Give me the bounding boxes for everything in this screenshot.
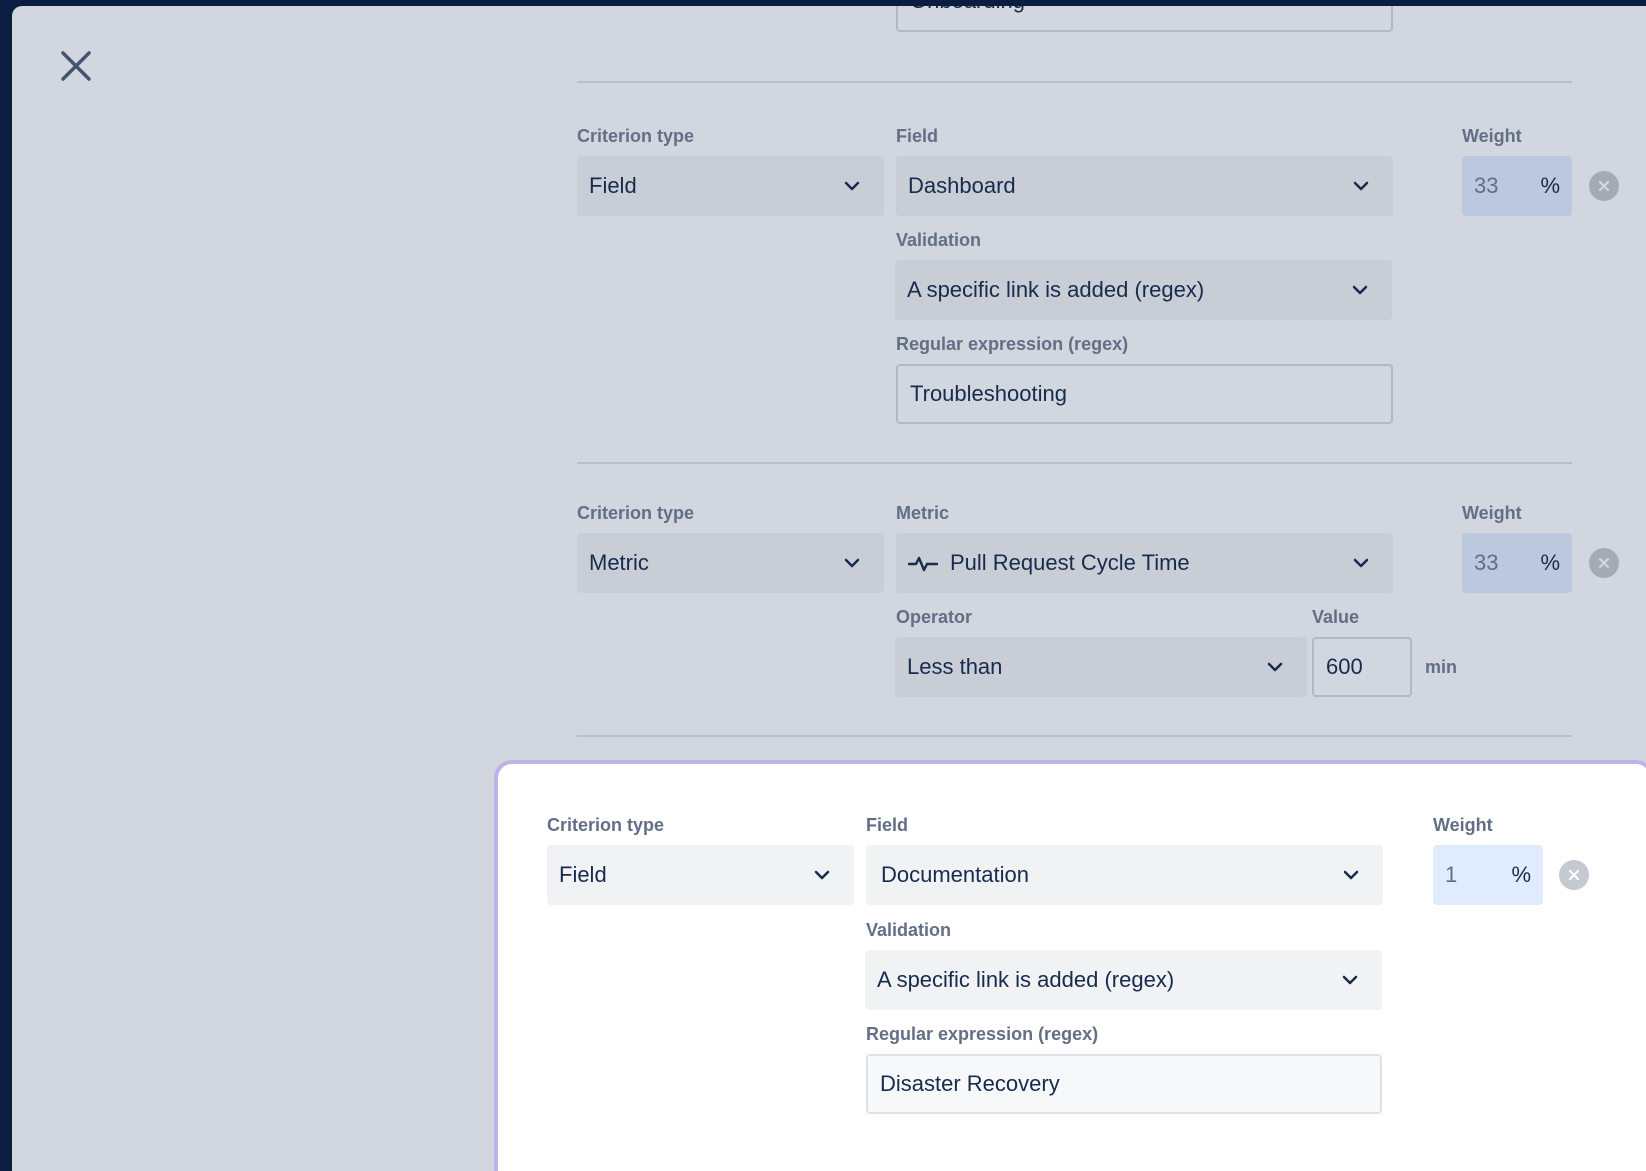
section-divider — [577, 462, 1572, 464]
chevron-down-icon — [844, 181, 860, 191]
field-select[interactable]: Dashboard — [896, 156, 1393, 216]
criterion-type-select[interactable]: Field — [547, 845, 854, 905]
criterion-type-label: Criterion type — [577, 126, 695, 146]
weight-input[interactable]: 33 % — [1462, 156, 1572, 216]
regex-value: Disaster Recovery — [880, 1071, 1060, 1096]
new-criterion-card: Criterion type Field Field Documentation… — [494, 760, 1646, 1171]
chevron-down-icon — [1342, 975, 1358, 985]
close-circle-icon — [1598, 180, 1610, 192]
validation-label: Validation — [866, 920, 952, 940]
criterion-type-select[interactable]: Metric — [577, 533, 884, 593]
criterion-type-value: Field — [589, 173, 637, 198]
regex-value: Troubleshooting — [910, 381, 1067, 406]
chevron-down-icon — [1353, 181, 1369, 191]
previous-regex-value: Onboarding — [910, 6, 1025, 14]
chevron-down-icon — [1343, 870, 1359, 880]
operator-select[interactable]: Less than — [895, 637, 1307, 697]
close-circle-icon — [1598, 557, 1610, 569]
value-input[interactable]: 600 — [1312, 637, 1412, 697]
weight-label: Weight — [1462, 503, 1522, 523]
close-button[interactable] — [48, 38, 104, 94]
operator-label: Operator — [896, 607, 973, 627]
value-value: 600 — [1326, 654, 1363, 679]
metric-value: Pull Request Cycle Time — [950, 550, 1190, 575]
previous-regex-input[interactable]: Onboarding — [896, 6, 1393, 32]
close-icon — [61, 51, 91, 81]
weight-input[interactable]: 1 % — [1433, 845, 1543, 905]
metric-label: Metric — [896, 503, 950, 523]
value-label: Value — [1312, 607, 1360, 627]
weight-input[interactable]: 33 % — [1462, 533, 1572, 593]
weight-label: Weight — [1462, 126, 1522, 146]
section-divider — [577, 81, 1572, 83]
weight-value: 33 — [1474, 173, 1499, 198]
weight-unit: % — [1511, 862, 1531, 887]
criterion-type-select[interactable]: Field — [577, 156, 884, 216]
chevron-down-icon — [1353, 558, 1369, 568]
criterion-type-value: Field — [559, 862, 607, 887]
field-value: Dashboard — [908, 173, 1016, 198]
weight-value: 33 — [1474, 550, 1499, 575]
weight-value: 1 — [1445, 862, 1458, 887]
validation-value: A specific link is added (regex) — [907, 277, 1205, 302]
remove-criterion-button[interactable] — [1589, 171, 1619, 201]
field-value: Documentation — [881, 862, 1029, 887]
validation-select[interactable]: A specific link is added (regex) — [865, 950, 1382, 1010]
close-circle-icon — [1568, 869, 1580, 881]
field-label: Field — [866, 815, 909, 835]
remove-criterion-button[interactable] — [1559, 860, 1589, 890]
chevron-down-icon — [844, 558, 860, 568]
activity-icon — [908, 556, 938, 572]
chevron-down-icon — [814, 870, 830, 880]
section-divider — [577, 735, 1572, 737]
criterion-type-value: Metric — [589, 550, 649, 575]
regex-label: Regular expression (regex) — [896, 334, 1129, 354]
regex-label: Regular expression (regex) — [866, 1024, 1099, 1044]
weight-label: Weight — [1433, 815, 1493, 835]
metric-select[interactable]: Pull Request Cycle Time — [896, 533, 1393, 593]
field-label: Field — [896, 126, 939, 146]
regex-input[interactable]: Disaster Recovery — [866, 1054, 1382, 1114]
weight-unit: % — [1540, 173, 1560, 198]
regex-input[interactable]: Troubleshooting — [896, 364, 1393, 424]
operator-value: Less than — [907, 654, 1003, 679]
validation-value: A specific link is added (regex) — [877, 967, 1175, 992]
criterion-type-label: Criterion type — [577, 503, 695, 523]
weight-unit: % — [1540, 550, 1560, 575]
chevron-down-icon — [1352, 285, 1368, 295]
value-unit: min — [1425, 657, 1458, 677]
field-select[interactable]: Documentation — [866, 845, 1383, 905]
criterion-type-label: Criterion type — [547, 815, 665, 835]
chevron-down-icon — [1267, 662, 1283, 672]
validation-select[interactable]: A specific link is added (regex) — [895, 260, 1392, 320]
remove-criterion-button[interactable] — [1589, 548, 1619, 578]
validation-label: Validation — [896, 230, 982, 250]
